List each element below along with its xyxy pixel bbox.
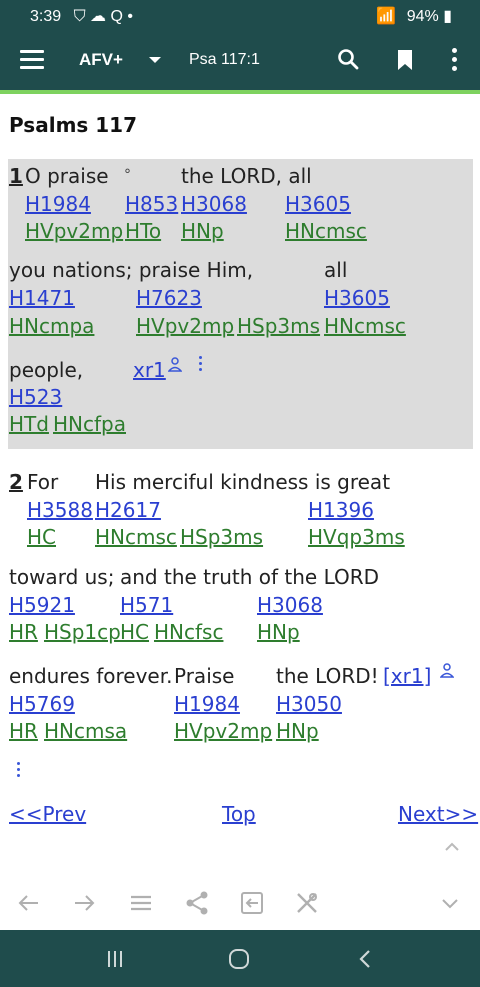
chapter-title: Psalms 117 bbox=[9, 113, 138, 137]
battery-icon: ▮ bbox=[443, 8, 452, 25]
morph-link[interactable]: HNcfpa bbox=[53, 412, 126, 436]
system-nav-bar bbox=[0, 930, 480, 987]
strongs-link[interactable]: H571 bbox=[120, 593, 173, 617]
strongs-link[interactable]: H3605 bbox=[324, 286, 390, 310]
search-icon[interactable] bbox=[337, 48, 359, 70]
recent-apps-icon[interactable] bbox=[104, 948, 126, 970]
bible-selector[interactable]: AFV+ bbox=[79, 50, 123, 70]
verse-word: endures forever. bbox=[9, 664, 173, 688]
battery-level: 94% bbox=[406, 8, 439, 25]
person-icon[interactable] bbox=[168, 356, 182, 372]
morph-link[interactable]: HSp1cp bbox=[44, 620, 121, 644]
verse-word: For bbox=[27, 470, 59, 494]
chapter-more-icon[interactable] bbox=[17, 762, 21, 780]
untranslated-marker: ° bbox=[124, 167, 131, 183]
status-time: 3:39 bbox=[30, 8, 62, 25]
morph-link[interactable]: HVpv2mp bbox=[136, 314, 234, 338]
morph-link[interactable]: HC bbox=[27, 525, 56, 549]
next-chapter-link[interactable]: Next>> bbox=[398, 802, 478, 826]
verse-word: the LORD! bbox=[276, 664, 379, 688]
strongs-link[interactable]: H2617 bbox=[95, 498, 161, 522]
morph-link[interactable]: HNcfsc bbox=[154, 620, 223, 644]
morph-link[interactable]: HTo bbox=[125, 219, 161, 243]
verse-word: the LORD, all bbox=[181, 164, 312, 188]
status-left: 3:39 ⛉ ☁ Q • bbox=[30, 6, 133, 26]
morph-link[interactable]: HSp3ms bbox=[237, 314, 320, 338]
morph-link[interactable]: HNcmsc bbox=[324, 314, 406, 338]
chevron-up-icon[interactable] bbox=[444, 841, 460, 851]
accent-divider bbox=[0, 90, 480, 94]
morph-link[interactable]: HNcmsc bbox=[285, 219, 367, 243]
verse-word: O praise bbox=[25, 164, 109, 188]
verse-word: people, bbox=[9, 358, 84, 382]
strongs-link[interactable]: H1984 bbox=[25, 192, 91, 216]
strongs-link[interactable]: H1984 bbox=[174, 692, 240, 716]
person-icon[interactable] bbox=[440, 662, 454, 678]
share-icon[interactable] bbox=[184, 890, 210, 916]
morph-link[interactable]: HTd bbox=[9, 412, 49, 436]
strongs-link[interactable]: H5921 bbox=[9, 593, 75, 617]
morph-link[interactable]: HSp3ms bbox=[180, 525, 263, 549]
morph-link[interactable]: HVqp3ms bbox=[308, 525, 405, 549]
strongs-link[interactable]: H853 bbox=[125, 192, 178, 216]
verse-word: all bbox=[324, 258, 348, 282]
chevron-down-icon[interactable] bbox=[440, 894, 460, 914]
app-bar: AFV+ Psa 117:1 bbox=[0, 30, 480, 90]
morph-link[interactable]: HNp bbox=[181, 219, 224, 243]
status-bar: 3:39 ⛉ ☁ Q • 📶 94% ▮ bbox=[0, 0, 480, 30]
strongs-link[interactable]: H3068 bbox=[181, 192, 247, 216]
bottom-toolbar bbox=[0, 878, 480, 930]
home-icon[interactable] bbox=[228, 948, 250, 970]
dropdown-caret-icon[interactable] bbox=[149, 57, 161, 63]
bookmark-icon[interactable] bbox=[396, 49, 414, 71]
strongs-link[interactable]: H3588 bbox=[27, 498, 93, 522]
morph-link[interactable]: HR bbox=[9, 719, 38, 743]
system-back-icon[interactable] bbox=[355, 948, 375, 970]
strongs-link[interactable]: H3050 bbox=[276, 692, 342, 716]
verse-2-number[interactable]: 2 bbox=[9, 470, 23, 494]
morph-link[interactable]: HNcmsa bbox=[44, 719, 127, 743]
top-link[interactable]: Top bbox=[222, 802, 256, 826]
strongs-link[interactable]: H7623 bbox=[136, 286, 202, 310]
verse-word: and the truth of the LORD bbox=[120, 565, 380, 589]
morph-link[interactable]: HR bbox=[9, 620, 38, 644]
morph-link[interactable]: HVpv2mp bbox=[174, 719, 272, 743]
verse-word: you nations; praise Him, bbox=[9, 258, 254, 282]
list-icon[interactable] bbox=[128, 890, 154, 916]
verse-word: toward us; bbox=[9, 565, 115, 589]
forward-arrow-icon[interactable] bbox=[71, 890, 97, 916]
morph-link[interactable]: HNp bbox=[276, 719, 319, 743]
more-vert-icon[interactable] bbox=[450, 48, 458, 72]
menu-icon[interactable] bbox=[20, 50, 44, 70]
strongs-link[interactable]: H3068 bbox=[257, 593, 323, 617]
strongs-link[interactable]: H1471 bbox=[9, 286, 75, 310]
cross-reference-link[interactable]: xr1 bbox=[133, 358, 166, 382]
status-right: 📶 94% ▮ bbox=[376, 6, 452, 26]
verse-word: Praise bbox=[174, 664, 235, 688]
reference-label[interactable]: Psa 117:1 bbox=[189, 51, 260, 69]
verse-word: His merciful kindness is great bbox=[95, 470, 391, 494]
tools-icon[interactable] bbox=[294, 890, 320, 916]
morph-link[interactable]: HC bbox=[120, 620, 149, 644]
strongs-link[interactable]: H523 bbox=[9, 385, 62, 409]
morph-link[interactable]: HNcmpa bbox=[9, 314, 94, 338]
back-arrow-icon[interactable] bbox=[16, 890, 42, 916]
morph-link[interactable]: HNcmsc bbox=[95, 525, 177, 549]
strongs-link[interactable]: H1396 bbox=[308, 498, 374, 522]
prev-chapter-link[interactable]: <<Prev bbox=[9, 802, 86, 826]
strongs-link[interactable]: H3605 bbox=[285, 192, 351, 216]
morph-link[interactable]: HNp bbox=[257, 620, 300, 644]
exit-icon[interactable] bbox=[239, 890, 265, 916]
verse-1-number[interactable]: 1 bbox=[9, 164, 23, 188]
status-notification-icons: ⛉ ☁ Q • bbox=[73, 8, 133, 25]
wifi-signal-icon: 📶 bbox=[376, 8, 397, 25]
verse-more-icon[interactable] bbox=[199, 356, 203, 374]
strongs-link[interactable]: H5769 bbox=[9, 692, 75, 716]
cross-reference-link[interactable]: [xr1] bbox=[383, 664, 431, 688]
morph-link[interactable]: HVpv2mp bbox=[25, 219, 123, 243]
